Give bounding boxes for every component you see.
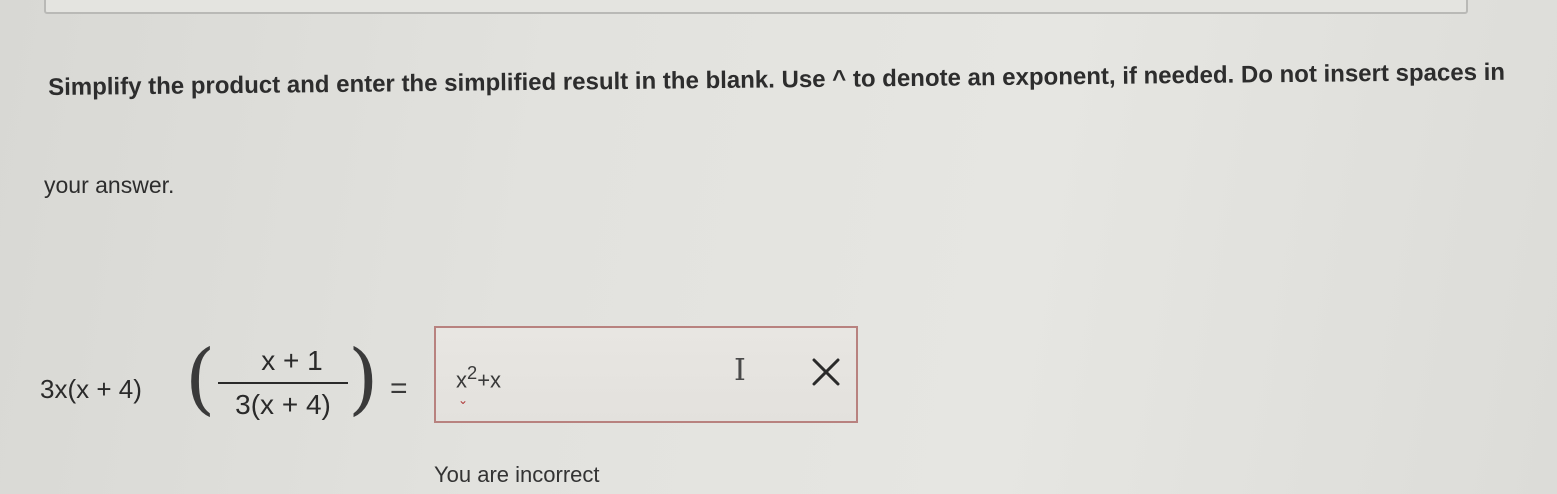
- top-panel-border: [44, 0, 1468, 14]
- answer-value[interactable]: x2+x: [456, 362, 501, 393]
- fraction: x + 1 3(x + 4): [218, 344, 348, 422]
- right-parenthesis: ): [348, 334, 379, 424]
- feedback-text: You are incorrect: [434, 462, 600, 487]
- answer-input[interactable]: x2+x ⌄ I: [434, 326, 858, 423]
- equals-sign: =: [390, 372, 408, 405]
- left-parenthesis: (: [185, 334, 216, 424]
- caret-down-icon: ⌄: [458, 393, 469, 407]
- fraction-numerator: x + 1: [261, 345, 323, 376]
- fraction-denominator: 3(x + 4): [235, 389, 331, 420]
- fraction-bar: [218, 382, 348, 384]
- instruction-text: Simplify the product and enter the simpl…: [48, 58, 1506, 101]
- answer-rest: +x: [477, 367, 502, 393]
- close-icon: [812, 358, 840, 386]
- answer-exponent: 2: [467, 362, 478, 383]
- text-cursor-icon: I: [734, 353, 746, 388]
- instruction-text-continued: your answer.: [44, 172, 175, 198]
- equation-lhs: 3x(x + 4): [40, 374, 142, 404]
- answer-base: x: [456, 367, 467, 393]
